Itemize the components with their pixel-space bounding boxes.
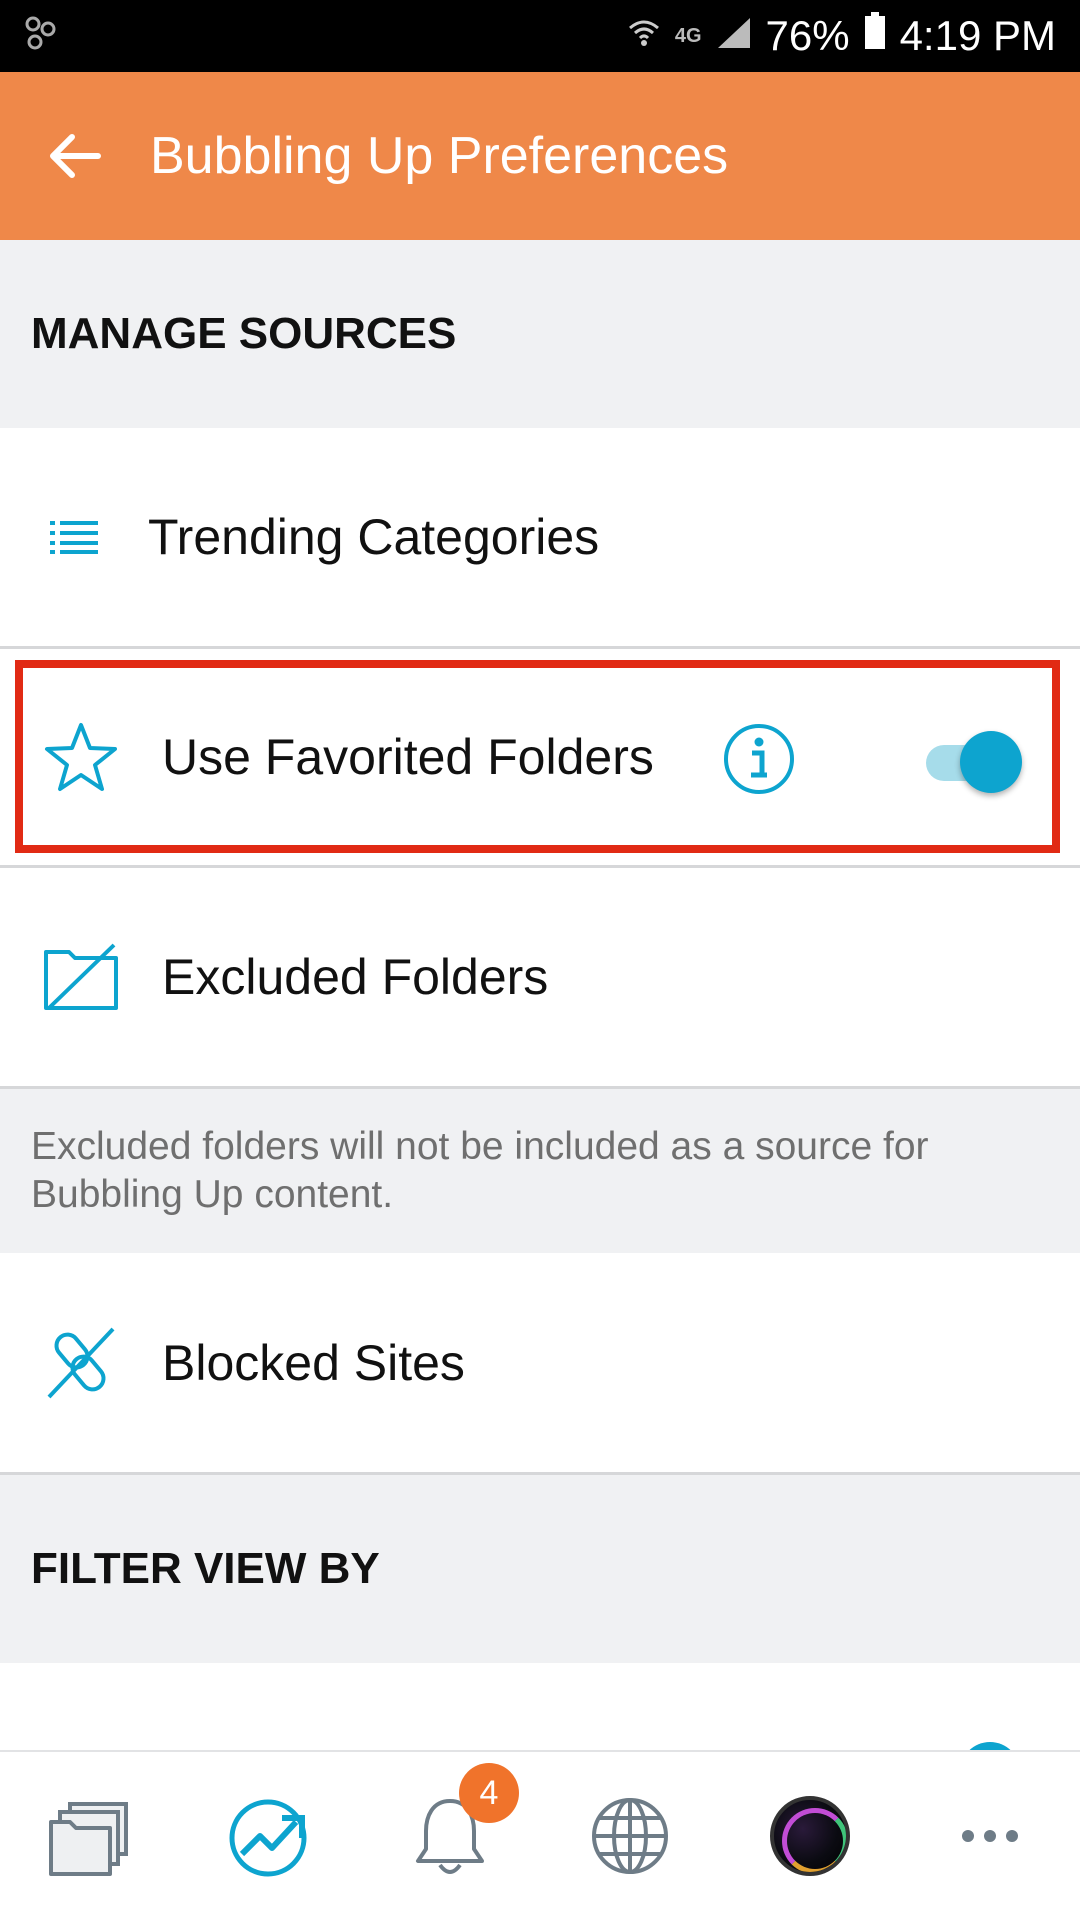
notification-badge: 4 xyxy=(459,1763,519,1823)
row-label: Blocked Sites xyxy=(162,1334,465,1391)
excluded-folder-icon xyxy=(0,868,162,1086)
back-arrow-icon xyxy=(50,134,101,178)
row-label: Trending Categories xyxy=(148,509,600,565)
folders-icon xyxy=(49,1802,128,1876)
signal-icon xyxy=(716,12,752,60)
globe-icon xyxy=(592,1798,668,1874)
excluded-folders-note: Excluded folders will not be included as… xyxy=(31,1125,929,1216)
bottom-nav: 4 xyxy=(0,1750,1080,1920)
use-favorited-folders-toggle[interactable] xyxy=(920,725,1025,795)
star-icon xyxy=(0,649,162,865)
wifi-icon xyxy=(627,12,661,60)
nav-notifications[interactable]: 4 xyxy=(375,1761,525,1911)
status-bar: 4G 76% 4:19 PM xyxy=(0,0,1080,72)
info-icon xyxy=(724,724,794,794)
nav-globe[interactable] xyxy=(555,1761,705,1911)
status-left xyxy=(24,15,58,58)
nav-folders[interactable] xyxy=(15,1761,165,1911)
section-header-filter-view-by: FILTER VIEW BY xyxy=(31,1544,380,1593)
nav-trending[interactable] xyxy=(195,1761,345,1911)
row-blocked-sites[interactable]: Blocked Sites xyxy=(0,1253,1080,1472)
nav-profile[interactable] xyxy=(735,1761,885,1911)
row-use-favorited-folders[interactable]: Use Favorited Folders xyxy=(0,649,1080,865)
info-button[interactable] xyxy=(722,722,796,796)
avatar xyxy=(770,1796,850,1876)
list-icon xyxy=(0,428,148,646)
battery-percent: 76% xyxy=(765,12,850,59)
app-notification-icon xyxy=(24,15,58,58)
network-type: 4G xyxy=(674,24,702,47)
toggle-thumb xyxy=(960,731,1022,793)
section-header-manage-sources: MANAGE SOURCES xyxy=(31,309,457,358)
page-title: Bubbling Up Preferences xyxy=(150,127,729,185)
row-label: Excluded Folders xyxy=(162,949,549,1005)
row-partial[interactable] xyxy=(0,1663,1080,1753)
back-button[interactable] xyxy=(0,72,150,240)
trending-icon xyxy=(229,1799,307,1877)
app-bar: Bubbling Up Preferences xyxy=(0,72,1080,240)
battery-icon xyxy=(864,12,886,60)
row-excluded-folders[interactable]: Excluded Folders xyxy=(0,868,1080,1086)
nav-more[interactable] xyxy=(915,1761,1065,1911)
row-trending-categories[interactable]: Trending Categories xyxy=(0,428,1080,646)
more-icon xyxy=(962,1830,1018,1842)
status-right: 4G 76% 4:19 PM xyxy=(627,12,1056,60)
row-label: Use Favorited Folders xyxy=(162,729,654,785)
blocked-link-icon xyxy=(0,1253,162,1472)
clock: 4:19 PM xyxy=(899,12,1056,59)
